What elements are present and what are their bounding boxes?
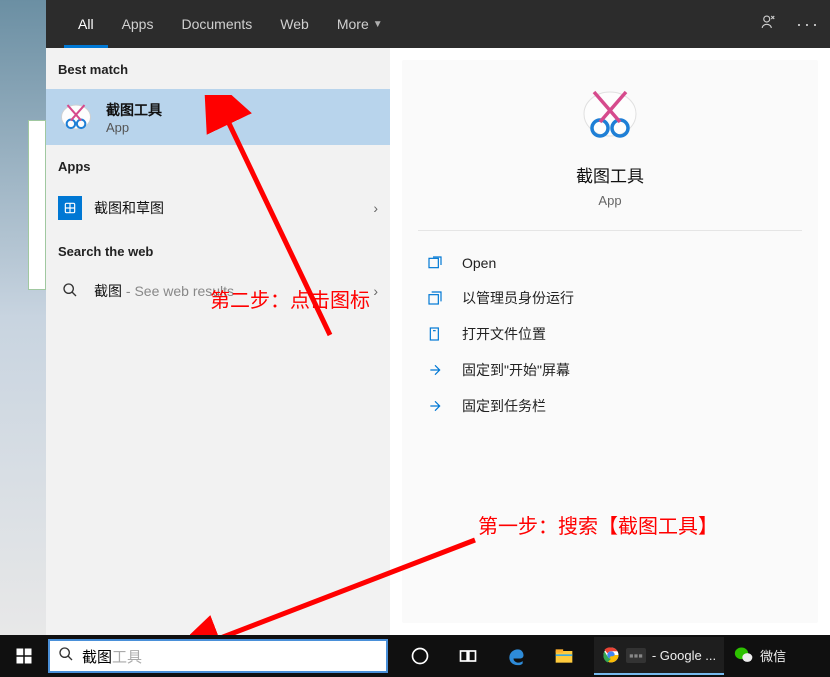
- tab-more-label: More: [337, 16, 369, 32]
- web-result-prefix: 截图: [94, 283, 122, 299]
- taskbar-explorer-icon[interactable]: [540, 635, 588, 677]
- admin-icon: [426, 289, 444, 307]
- background-document: [28, 120, 46, 290]
- best-match-subtitle: App: [106, 120, 162, 135]
- search-value: 截图: [82, 649, 112, 666]
- action-location-label: 打开文件位置: [462, 324, 546, 344]
- open-icon: [426, 254, 444, 272]
- action-open[interactable]: Open: [418, 249, 802, 277]
- web-result-suffix: - See web results: [122, 283, 234, 299]
- taskbar: 截图工具 ▪▪▪ - Google ... 微信: [0, 635, 830, 677]
- section-apps: Apps: [46, 145, 390, 186]
- action-open-label: Open: [462, 255, 496, 271]
- action-admin-label: 以管理员身份运行: [462, 288, 574, 308]
- more-options-icon[interactable]: ···: [796, 14, 820, 35]
- taskbar-wechat-label: 微信: [760, 646, 786, 665]
- pin-taskbar-icon: [426, 397, 444, 415]
- snip-sketch-icon: [58, 196, 82, 220]
- snipping-tool-icon-large: [578, 84, 642, 148]
- section-best-match: Best match: [46, 48, 390, 89]
- search-filter-tabs: All Apps Documents Web More ▼ ···: [46, 0, 830, 48]
- tab-all[interactable]: All: [64, 0, 108, 48]
- apps-item-snip-sketch[interactable]: 截图和草图 ›: [46, 186, 390, 230]
- action-pin-taskbar-label: 固定到任务栏: [462, 396, 546, 416]
- start-button[interactable]: [0, 635, 48, 677]
- start-search-panel: All Apps Documents Web More ▼ ··· Best m…: [46, 0, 830, 635]
- action-pin-start-label: 固定到"开始"屏幕: [462, 360, 570, 380]
- taskbar-app-wechat[interactable]: 微信: [726, 637, 794, 675]
- feedback-icon[interactable]: [760, 13, 778, 36]
- preview-subtitle: App: [598, 193, 621, 208]
- best-match-item[interactable]: 截图工具 App: [46, 89, 390, 145]
- wechat-icon: [734, 645, 754, 665]
- desktop-background: [0, 0, 46, 635]
- taskbar-edge-icon[interactable]: [492, 635, 540, 677]
- taskbar-chrome-label: - Google ...: [652, 648, 716, 663]
- search-icon: [58, 646, 74, 667]
- section-search-web: Search the web: [46, 230, 390, 271]
- action-open-file-location[interactable]: 打开文件位置: [418, 319, 802, 349]
- taskbar-app-chrome[interactable]: ▪▪▪ - Google ...: [594, 637, 724, 675]
- chevron-right-icon: ›: [373, 283, 378, 299]
- chevron-right-icon: ›: [373, 200, 378, 216]
- apps-item-label: 截图和草图: [94, 198, 164, 218]
- chevron-down-icon: ▼: [373, 19, 383, 30]
- snipping-tool-icon: [58, 99, 94, 135]
- web-result-item[interactable]: 截图 - See web results ›: [46, 271, 390, 311]
- tab-apps[interactable]: Apps: [108, 0, 168, 48]
- search-icon: [58, 282, 82, 301]
- preview-title: 截图工具: [576, 162, 644, 187]
- action-pin-to-taskbar[interactable]: 固定到任务栏: [418, 391, 802, 421]
- taskbar-taskview-icon[interactable]: [444, 635, 492, 677]
- action-run-as-admin[interactable]: 以管理员身份运行: [418, 283, 802, 313]
- search-autocomplete-ghost: 工具: [112, 649, 142, 666]
- preview-column: 截图工具 App Open 以管理员身份运行 打开文件位置: [390, 48, 830, 635]
- tab-documents[interactable]: Documents: [167, 0, 266, 48]
- action-pin-to-start[interactable]: 固定到"开始"屏幕: [418, 355, 802, 385]
- chrome-icon: [602, 646, 620, 664]
- pin-start-icon: [426, 361, 444, 379]
- file-location-icon: [426, 325, 444, 343]
- taskbar-search-box[interactable]: 截图工具: [48, 639, 388, 673]
- tab-web[interactable]: Web: [266, 0, 323, 48]
- best-match-title: 截图工具: [106, 100, 162, 120]
- taskbar-cortana-icon[interactable]: [396, 635, 444, 677]
- tab-more[interactable]: More ▼: [323, 0, 397, 48]
- results-column: Best match 截图工具 App Apps 截图和草图 ›: [46, 48, 390, 635]
